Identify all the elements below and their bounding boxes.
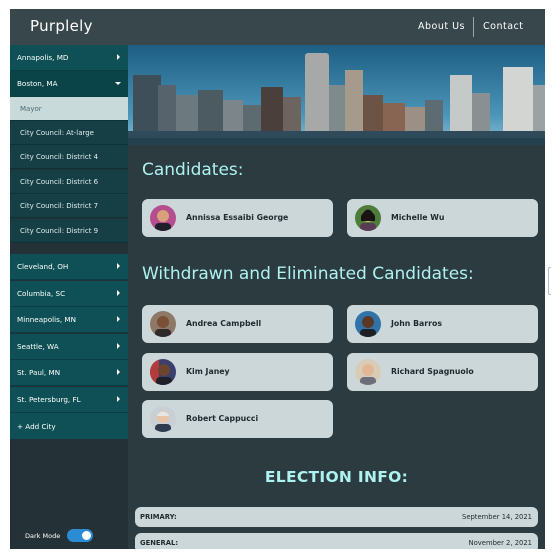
election-info-label: GENERAL:	[140, 539, 179, 547]
sidebar-city-boston[interactable]: Boston, MA	[10, 71, 128, 97]
candidate-avatar	[355, 311, 381, 337]
nav-about-us-link[interactable]: About Us	[418, 21, 465, 32]
withdrawn-candidate-card[interactable]: Andrea Campbell	[142, 305, 333, 343]
city-sidebar: Annapolis, MD Boston, MA Mayor City Coun…	[10, 45, 128, 549]
toggle-knob	[82, 531, 91, 540]
candidate-avatar	[150, 359, 176, 385]
withdrawn-heading: Withdrawn and Eliminated Candidates:	[142, 264, 474, 284]
skyline-image	[128, 45, 545, 145]
race-label: City Council: At-large	[20, 129, 94, 137]
candidate-name: John Barros	[391, 319, 442, 328]
election-info-row-general: GENERAL: November 2, 2021	[135, 533, 538, 549]
city-label: Cleveland, OH	[17, 262, 69, 271]
sidebar-city-columbia[interactable]: Columbia, SC	[10, 281, 128, 307]
sidebar-city-minneapolis[interactable]: Minneapolis, MN	[10, 307, 128, 333]
app-window: Purplely About Us Contact Annapolis, MD …	[10, 9, 545, 549]
chevron-right-icon	[117, 54, 120, 60]
city-label: Minneapolis, MN	[17, 315, 76, 324]
city-label: Seattle, WA	[17, 342, 59, 351]
race-label: City Council: District 6	[20, 178, 99, 186]
city-label: St. Paul, MN	[17, 368, 61, 377]
sidebar-race-council-district-6[interactable]: City Council: District 6	[10, 170, 128, 194]
top-navbar: Purplely About Us Contact	[10, 9, 545, 45]
candidate-avatar	[355, 205, 381, 231]
sidebar-race-council-at-large[interactable]: City Council: At-large	[10, 121, 128, 145]
chevron-right-icon	[117, 396, 120, 402]
sidebar-city-st-paul[interactable]: St. Paul, MN	[10, 360, 128, 386]
candidate-avatar	[150, 205, 176, 231]
city-skyline-banner	[128, 45, 545, 145]
election-info-heading: ELECTION INFO:	[264, 468, 409, 486]
main-content: Candidates: Annissa Essaibi George Miche…	[128, 45, 545, 549]
candidate-avatar	[150, 311, 176, 337]
candidate-name: Annissa Essaibi George	[186, 213, 289, 222]
city-label: Annapolis, MD	[17, 53, 69, 62]
candidate-avatar	[150, 406, 176, 432]
candidate-card[interactable]: Michelle Wu	[347, 199, 538, 237]
withdrawn-candidate-card[interactable]: Kim Janey	[142, 353, 333, 391]
sidebar-race-council-district-7[interactable]: City Council: District 7	[10, 194, 128, 218]
candidate-name: Andrea Campbell	[186, 319, 262, 328]
city-label: St. Petersburg, FL	[17, 395, 81, 404]
brand-logo[interactable]: Purplely	[30, 17, 93, 35]
candidates-heading: Candidates:	[142, 160, 244, 180]
race-label: City Council: District 7	[20, 202, 99, 210]
add-city-button[interactable]: + Add City	[10, 413, 128, 439]
chevron-right-icon	[117, 369, 120, 375]
sidebar-race-council-district-9[interactable]: City Council: District 9	[10, 219, 128, 243]
election-info-row-primary: PRIMARY: September 14, 2021	[135, 507, 538, 527]
withdrawn-candidate-card[interactable]: Robert Cappucci	[142, 400, 333, 438]
race-label: Mayor	[20, 105, 42, 113]
sidebar-race-mayor[interactable]: Mayor	[10, 97, 128, 121]
candidate-name: Michelle Wu	[391, 213, 445, 222]
add-city-label: + Add City	[17, 422, 56, 431]
withdrawn-candidate-card[interactable]: John Barros	[347, 305, 538, 343]
candidate-avatar	[355, 359, 381, 385]
race-label: City Council: District 4	[20, 153, 99, 161]
chevron-right-icon	[117, 290, 120, 296]
election-info-label: PRIMARY:	[140, 513, 177, 521]
sidebar-race-council-district-4[interactable]: City Council: District 4	[10, 145, 128, 169]
sidebar-city-seattle[interactable]: Seattle, WA	[10, 334, 128, 360]
chevron-down-icon	[115, 82, 121, 85]
chevron-right-icon	[117, 343, 120, 349]
scroll-edge-marker	[548, 267, 551, 295]
chevron-right-icon	[117, 263, 120, 269]
city-label: Columbia, SC	[17, 289, 66, 298]
candidate-name: Robert Cappucci	[186, 414, 259, 423]
sidebar-city-annapolis[interactable]: Annapolis, MD	[10, 45, 128, 71]
election-info-value: September 14, 2021	[462, 513, 532, 521]
dark-mode-label: Dark Mode	[25, 532, 61, 540]
nav-contact-link[interactable]: Contact	[483, 21, 523, 32]
candidate-name: Richard Spagnuolo	[391, 367, 474, 376]
candidate-name: Kim Janey	[186, 367, 230, 376]
city-label: Boston, MA	[17, 79, 58, 88]
chevron-right-icon	[117, 316, 120, 322]
candidate-card[interactable]: Annissa Essaibi George	[142, 199, 333, 237]
dark-mode-toggle[interactable]	[67, 529, 93, 542]
race-label: City Council: District 9	[20, 227, 99, 235]
withdrawn-candidate-card[interactable]: Richard Spagnuolo	[347, 353, 538, 391]
nav-divider	[473, 17, 474, 37]
sidebar-city-cleveland[interactable]: Cleveland, OH	[10, 254, 128, 280]
sidebar-city-st-petersburg[interactable]: St. Petersburg, FL	[10, 387, 128, 413]
election-info-value: November 2, 2021	[468, 539, 532, 547]
